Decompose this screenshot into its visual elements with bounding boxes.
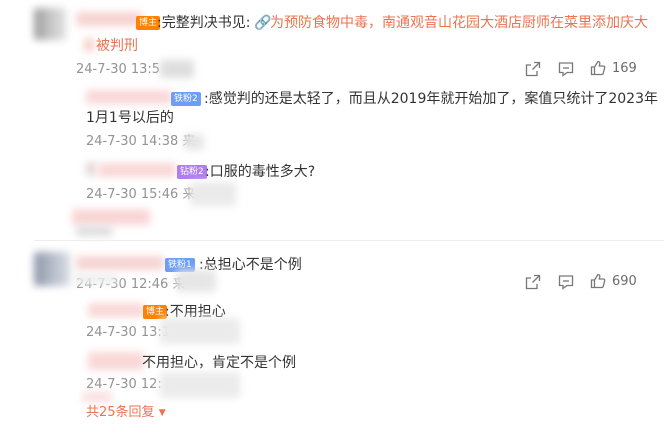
reply-time: 24-7-30 15:46 来 <box>86 187 196 202</box>
comment-text: :完整判决书见: <box>157 15 251 31</box>
more-replies-label: 共25条回复 <box>86 405 155 420</box>
comment-icon[interactable] <box>558 274 574 294</box>
reply-time: 24-7-30 13:1 <box>86 325 171 340</box>
reply-avatar[interactable] <box>86 162 96 176</box>
source-blur <box>176 270 216 292</box>
link-blur <box>84 38 94 52</box>
reply-time: 24-7-30 14:38 来 <box>86 134 196 149</box>
reply-text: :口服的毒性多大? <box>205 164 316 180</box>
reply-username[interactable] <box>86 90 172 104</box>
reply-source-blur <box>190 182 236 206</box>
reply-source-blur <box>160 318 240 344</box>
reply-blur <box>82 392 112 402</box>
reply-text: 不用担心，肯定不是个例 <box>142 355 296 371</box>
reply-blur <box>76 226 112 236</box>
comment-time: 24-7-30 13:5 <box>76 62 161 77</box>
source-blur <box>160 60 194 78</box>
like-count: 169 <box>612 61 637 76</box>
reply-username[interactable] <box>88 303 144 317</box>
fan-badge: 铁粉2 <box>171 92 201 106</box>
thumbs-up-icon[interactable] <box>590 273 606 293</box>
reply-source-blur <box>184 134 204 150</box>
divider <box>34 240 664 241</box>
comment-link[interactable]: 为预防食物中毒，南通观音山花园大酒店厨师在菜里添加庆大 <box>270 13 648 33</box>
avatar[interactable] <box>34 252 70 286</box>
comment-link-line2[interactable]: 被判刑 <box>96 36 138 56</box>
reply-blur <box>72 209 150 225</box>
reply-username[interactable] <box>88 352 144 370</box>
more-replies-link[interactable]: 共25条回复 ▼ <box>86 403 166 423</box>
time-blur <box>74 274 118 284</box>
share-icon[interactable] <box>525 61 541 81</box>
comment-icon[interactable] <box>558 61 574 81</box>
reply-username[interactable] <box>98 163 176 177</box>
reply-text-line2: 1月1号以后的 <box>86 110 174 126</box>
username[interactable] <box>76 256 164 270</box>
reply-text: :感觉判的还是太轻了，而且从2019年就开始加了，案值只统计了2023年 <box>204 91 658 107</box>
reply-source-blur <box>160 372 240 398</box>
caret-down-icon: ▼ <box>158 408 166 418</box>
author-badge: 博主 <box>143 305 168 319</box>
share-icon[interactable] <box>525 274 541 294</box>
link-icon: 🔗 <box>254 15 272 31</box>
diamond-fan-badge: 钻粉2 <box>177 165 207 179</box>
avatar[interactable] <box>34 8 66 40</box>
like-count: 690 <box>612 274 637 289</box>
username[interactable] <box>76 12 142 26</box>
thumbs-up-icon[interactable] <box>590 60 606 80</box>
